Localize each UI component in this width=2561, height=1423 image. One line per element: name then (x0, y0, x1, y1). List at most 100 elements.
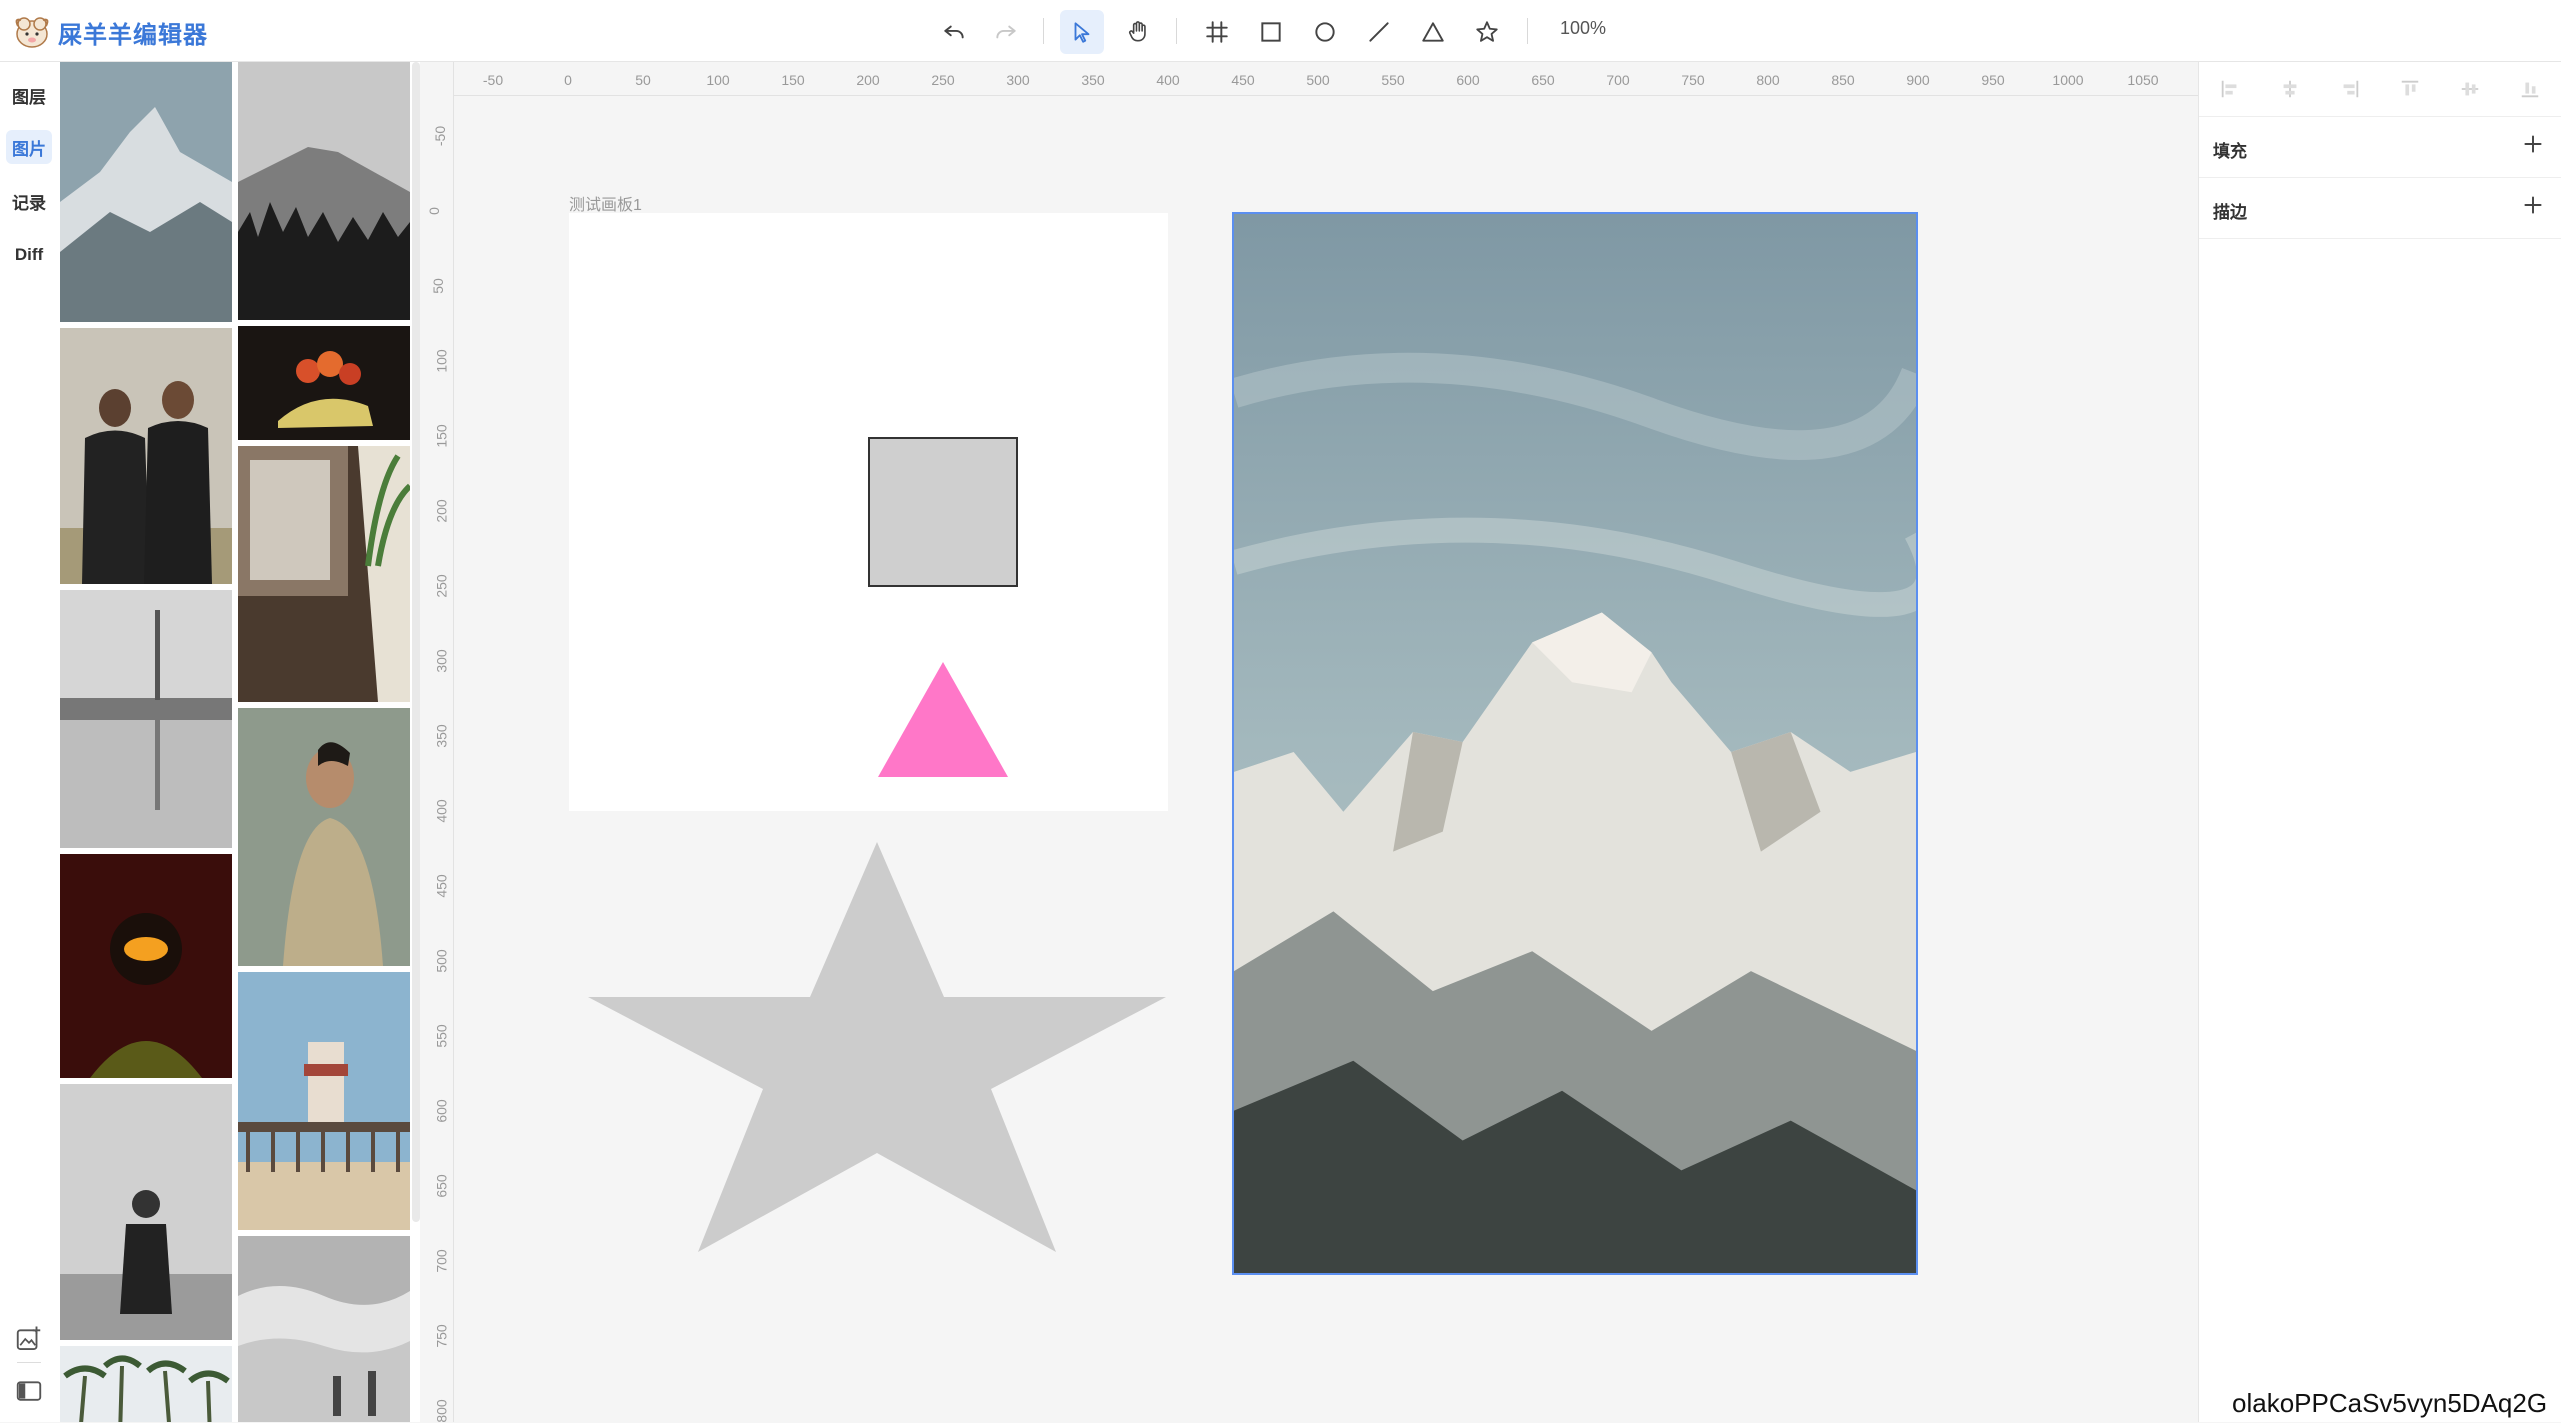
align-top-icon[interactable] (2399, 78, 2421, 100)
ruler-tick-label: 300 (433, 649, 450, 673)
image-thumbnail[interactable] (60, 590, 232, 848)
rectangle-icon (1261, 22, 1281, 42)
align-bottom-icon[interactable] (2519, 78, 2541, 100)
toolbar-divider (1043, 18, 1044, 44)
artboard-label[interactable]: 测试画板1 (569, 191, 642, 215)
image-thumbnail[interactable] (60, 854, 232, 1078)
left-rail: 图层 图片 记录 Diff (0, 62, 58, 1422)
ellipse-tool-button[interactable] (1303, 10, 1347, 54)
vertical-ruler: -50 0 50 100 150 200 250 300 350 400 450 500 550 600 6… (420, 62, 454, 1423)
align-left-icon[interactable] (2219, 78, 2241, 100)
ruler-tick-label: 250 (931, 72, 955, 88)
misty-mountain-photo (238, 62, 410, 320)
ruler-tick-label: 50 (429, 278, 446, 294)
ruler-tick-label: -50 (482, 72, 504, 88)
image-thumbnail[interactable] (60, 1346, 232, 1422)
ruler-tick-label: 350 (1081, 72, 1105, 88)
rail-item-diff[interactable]: Diff (6, 238, 52, 272)
frame-icon (1206, 21, 1228, 43)
ruler-tick-label: 400 (1156, 72, 1180, 88)
rail-item-layers[interactable]: 图层 (6, 78, 52, 112)
ruler-tick-label: 800 (1756, 72, 1780, 88)
ruler-tick-label: 450 (433, 874, 450, 898)
redo-button[interactable] (984, 10, 1028, 54)
ruler-tick-label: 500 (433, 949, 450, 973)
selected-mountain-image[interactable] (1232, 212, 1918, 1275)
image-thumbnail[interactable] (238, 62, 410, 320)
star-icon (1476, 21, 1498, 42)
image-thumbnail[interactable] (238, 446, 410, 702)
align-center-v-icon[interactable] (2459, 78, 2481, 100)
rail-divider (17, 1362, 41, 1363)
fire-mask-photo (60, 854, 232, 1078)
image-panel-scrollbar[interactable] (412, 62, 420, 1222)
panel-toggle-icon[interactable] (14, 1376, 44, 1406)
triangle-tool-button[interactable] (1411, 10, 1455, 54)
image-thumbnail[interactable] (60, 1084, 232, 1340)
align-center-h-icon[interactable] (2279, 78, 2301, 100)
factory-reflection-photo (60, 590, 232, 848)
undo-button[interactable] (932, 10, 976, 54)
frame-tool-button[interactable] (1195, 10, 1239, 54)
ruler-tick-label: 950 (1981, 72, 2005, 88)
ruler-tick-label: 1050 (2127, 72, 2159, 88)
ruler-tick-label: 700 (433, 1249, 450, 1273)
align-right-icon[interactable] (2339, 78, 2361, 100)
zoom-level[interactable]: 100% (1560, 18, 1606, 39)
snowy-mountain-photo (1234, 214, 1916, 1273)
ruler-tick-label: 500 (1306, 72, 1330, 88)
fill-label: 填充 (2213, 142, 2247, 161)
ruler-tick-label: -50 (432, 125, 449, 147)
properties-panel: 填充 描边 (2198, 62, 2561, 1422)
add-stroke-icon[interactable] (2520, 192, 2546, 218)
star-tool-button[interactable] (1465, 10, 1509, 54)
add-fill-icon[interactable] (2520, 131, 2546, 157)
ruler-tick-label: 400 (433, 799, 450, 823)
image-thumbnail[interactable] (238, 708, 410, 966)
ruler-tick-label: 250 (433, 574, 450, 598)
line-tool-button[interactable] (1357, 10, 1401, 54)
rail-item-history[interactable]: 记录 (6, 184, 52, 218)
hand-icon (1128, 21, 1146, 42)
triangle-shape[interactable] (878, 662, 1008, 777)
image-library-panel (58, 62, 420, 1422)
select-icon (1074, 22, 1090, 43)
image-thumbnail[interactable] (238, 1236, 410, 1422)
ruler-tick-label: 700 (1606, 72, 1630, 88)
ellipse-icon (1315, 22, 1335, 42)
ruler-tick-label: 200 (856, 72, 880, 88)
image-thumbnail[interactable] (238, 326, 410, 440)
ruler-tick-label: 100 (706, 72, 730, 88)
ruler-tick-label: 600 (1456, 72, 1480, 88)
horizontal-ruler: -50 0 50 100 150 200 250 300 350 400 450 500 550 600 6… (420, 62, 2198, 96)
toolbar: 100% (0, 0, 2561, 62)
ruler-tick-label: 350 (433, 724, 450, 748)
rectangle-tool-button[interactable] (1249, 10, 1293, 54)
image-thumbnail[interactable] (60, 62, 232, 322)
image-upload-icon[interactable] (14, 1324, 44, 1354)
ruler-tick-label: 900 (1906, 72, 1930, 88)
toolbar-divider (1527, 18, 1528, 44)
undo-icon (944, 25, 964, 39)
ruler-tick-label: 300 (1006, 72, 1030, 88)
stroke-label: 描边 (2213, 203, 2247, 222)
redo-icon (996, 25, 1016, 39)
image-thumbnail[interactable] (238, 972, 410, 1230)
rectangle-shape[interactable] (868, 437, 1018, 587)
ruler-tick-label: 750 (1681, 72, 1705, 88)
select-tool-button[interactable] (1060, 10, 1104, 54)
ruler-tick-label: 50 (635, 72, 651, 88)
flower-shoe-photo (238, 326, 410, 440)
pier-tower-photo (238, 972, 410, 1230)
watermark-text: olakoPPCaSv5vyn5DAq2G (2232, 1388, 2548, 1418)
ruler-tick-label: 800 (433, 1399, 450, 1423)
hand-tool-button[interactable] (1116, 10, 1160, 54)
ruler-tick-label: 0 (425, 207, 442, 215)
rail-item-images[interactable]: 图片 (6, 130, 52, 164)
star-shape[interactable] (588, 842, 1166, 1252)
tulips-mirror-photo (238, 446, 410, 702)
ruler-tick-label: 200 (433, 499, 450, 523)
ruler-tick-label: 650 (433, 1174, 450, 1198)
triangle-icon (1422, 22, 1444, 42)
image-thumbnail[interactable] (60, 328, 232, 584)
